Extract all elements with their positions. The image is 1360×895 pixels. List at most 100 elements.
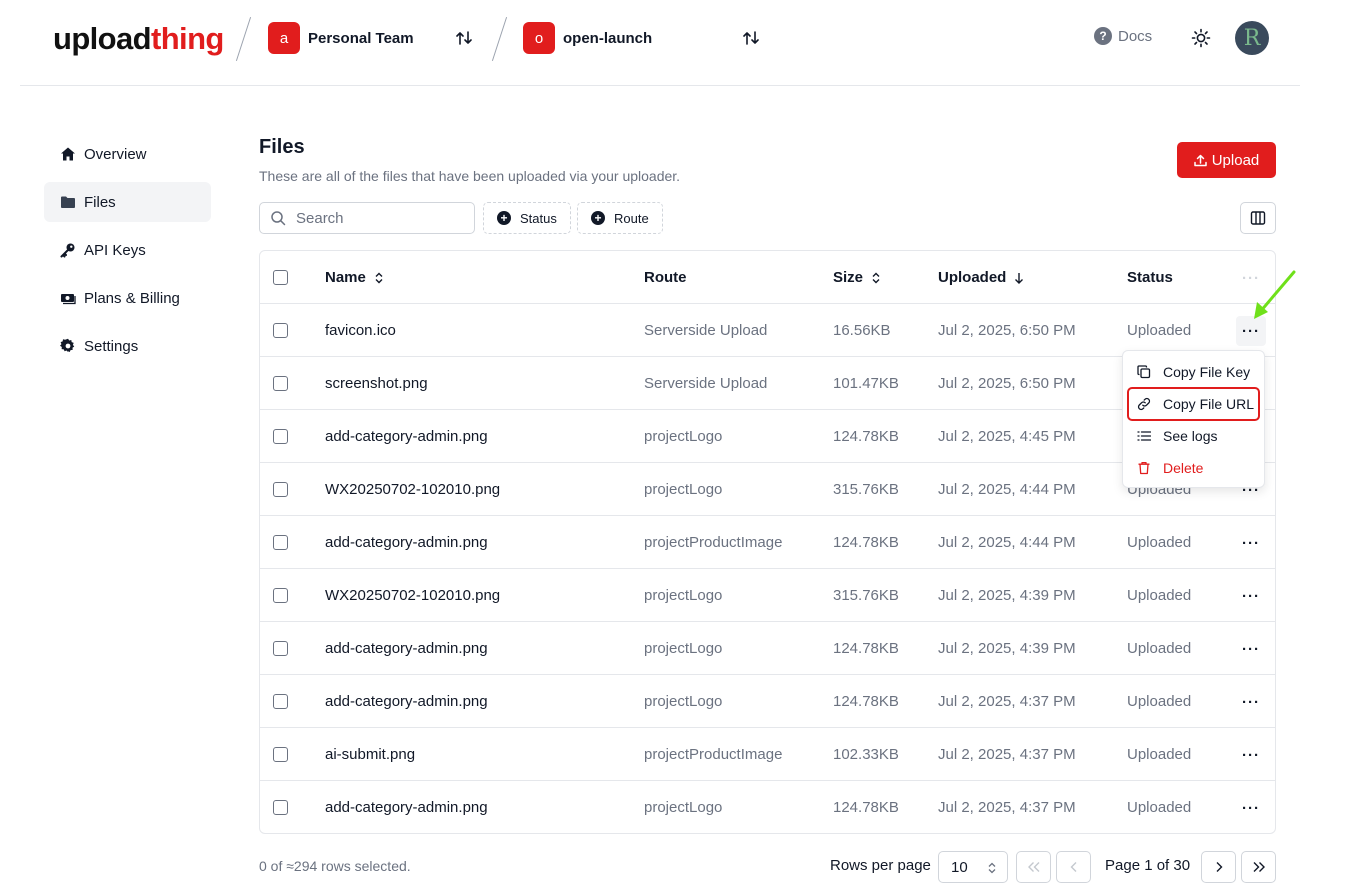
team-name: Personal Team — [308, 29, 414, 47]
file-status: Uploaded — [1127, 799, 1192, 816]
table-row[interactable]: add-category-admin.png projectLogo 124.78K… — [260, 622, 1275, 675]
link-icon — [1137, 397, 1151, 411]
row-checkbox[interactable] — [273, 376, 288, 391]
menu-item-copy-file-key[interactable]: Copy File Key — [1128, 356, 1259, 388]
first-page-button[interactable] — [1016, 851, 1051, 883]
sidebar-item-api-keys[interactable]: API Keys — [44, 230, 211, 270]
user-avatar[interactable]: R — [1235, 21, 1269, 55]
key-icon — [60, 243, 75, 258]
app-switcher[interactable]: o open-launch — [523, 22, 652, 54]
file-route: projectLogo — [644, 428, 723, 445]
select-all-checkbox[interactable] — [273, 270, 288, 285]
logo-text-upload: upload — [53, 21, 152, 56]
file-size: 102.33KB — [833, 746, 899, 763]
table-row[interactable]: add-category-admin.png projectLogo 124.78K… — [260, 675, 1275, 728]
file-name: add-category-admin.png — [325, 428, 488, 445]
upload-button[interactable]: Upload — [1177, 142, 1276, 178]
filter-label: Status — [520, 210, 557, 226]
file-uploaded-at: Jul 2, 2025, 4:44 PM — [938, 481, 1076, 498]
column-header-size[interactable]: Size — [833, 251, 881, 304]
row-checkbox[interactable] — [273, 429, 288, 444]
status-filter-button[interactable]: + Status — [483, 202, 571, 234]
file-uploaded-at: Jul 2, 2025, 4:45 PM — [938, 428, 1076, 445]
chevrons-up-down-icon — [988, 862, 996, 874]
page-indicator: Page 1 of 30 — [1105, 857, 1191, 874]
file-size: 124.78KB — [833, 799, 899, 816]
row-checkbox[interactable] — [273, 694, 288, 709]
row-checkbox[interactable] — [273, 323, 288, 338]
row-checkbox[interactable] — [273, 482, 288, 497]
file-uploaded-at: Jul 2, 2025, 6:50 PM — [938, 375, 1076, 392]
file-uploaded-at: Jul 2, 2025, 4:39 PM — [938, 640, 1076, 657]
sidebar-item-label: Settings — [84, 337, 139, 355]
row-checkbox[interactable] — [273, 747, 288, 762]
plus-circle-icon: + — [497, 211, 511, 225]
list-icon — [1137, 431, 1151, 441]
row-actions-button[interactable]: ··· — [1236, 581, 1266, 611]
column-header-name[interactable]: Name — [325, 251, 384, 304]
row-actions-button[interactable]: ··· — [1236, 634, 1266, 664]
column-header-status: Status — [1127, 251, 1173, 304]
swap-arrows-icon[interactable] — [743, 29, 759, 47]
column-label: Status — [1127, 269, 1173, 286]
route-filter-button[interactable]: + Route — [577, 202, 663, 234]
sort-icon — [872, 272, 880, 283]
sidebar-item-files[interactable]: Files — [44, 182, 211, 222]
folder-icon — [61, 196, 75, 208]
row-checkbox[interactable] — [273, 800, 288, 815]
file-name: add-category-admin.png — [325, 693, 488, 710]
swap-arrows-icon[interactable] — [456, 29, 472, 47]
file-name: add-category-admin.png — [325, 640, 488, 657]
row-checkbox[interactable] — [273, 588, 288, 603]
column-header-uploaded[interactable]: Uploaded — [938, 251, 1024, 304]
next-page-button[interactable] — [1201, 851, 1236, 883]
menu-item-label: Delete — [1163, 460, 1204, 476]
search-box[interactable] — [259, 202, 475, 234]
sidebar-item-label: Overview — [84, 145, 147, 163]
sidebar-item-plans-billing[interactable]: Plans & Billing — [44, 278, 211, 318]
menu-item-label: Copy File Key — [1163, 364, 1251, 380]
rows-per-page-select[interactable]: 10 — [938, 851, 1008, 883]
sidebar-item-label: Files — [84, 193, 116, 211]
sidebar-item-overview[interactable]: Overview — [44, 134, 211, 174]
table-row[interactable]: WX20250702-102010.png projectLogo 315.76KB… — [260, 569, 1275, 622]
search-input[interactable] — [296, 209, 456, 227]
row-actions-menu: Copy File Key Copy File URL See logs Del… — [1122, 350, 1265, 488]
chevrons-left-icon — [1027, 862, 1039, 872]
row-checkbox[interactable] — [273, 535, 288, 550]
table-header-row: Name Route Size Uploaded Status ··· — [260, 251, 1275, 304]
row-actions-button[interactable]: ··· — [1236, 687, 1266, 717]
row-checkbox[interactable] — [273, 641, 288, 656]
columns-toggle-button[interactable] — [1240, 202, 1276, 234]
menu-item-copy-file-url[interactable]: Copy File URL — [1127, 387, 1260, 421]
uploadthing-logo[interactable]: uploadthing — [53, 20, 224, 58]
file-uploaded-at: Jul 2, 2025, 4:37 PM — [938, 693, 1076, 710]
upload-icon — [1193, 154, 1207, 166]
page-title: Files — [259, 136, 305, 158]
file-name: screenshot.png — [325, 375, 428, 392]
table-row[interactable]: add-category-admin.png projectProductImag… — [260, 516, 1275, 569]
previous-page-button[interactable] — [1056, 851, 1091, 883]
table-row[interactable]: favicon.ico Serverside Upload 16.56KB Jul 2… — [260, 304, 1275, 357]
table-row[interactable]: ai-submit.png projectProductImage 102.33KB… — [260, 728, 1275, 781]
last-page-button[interactable] — [1241, 851, 1276, 883]
arrow-down-icon — [1015, 272, 1024, 284]
app-name: open-launch — [563, 29, 653, 47]
menu-item-see-logs[interactable]: See logs — [1128, 420, 1259, 452]
team-switcher[interactable]: a Personal Team — [268, 22, 414, 54]
menu-item-delete[interactable]: Delete — [1128, 452, 1259, 484]
page-subtitle: These are all of the files that have bee… — [259, 168, 681, 184]
table-row[interactable]: add-category-admin.png projectLogo 124.78K… — [260, 781, 1275, 834]
file-size: 315.76KB — [833, 587, 899, 604]
sidebar-item-settings[interactable]: Settings — [44, 326, 211, 366]
row-actions-button[interactable]: ··· — [1236, 793, 1266, 823]
rows-per-page-value: 10 — [951, 858, 968, 876]
row-actions-button[interactable]: ··· — [1236, 528, 1266, 558]
docs-link[interactable]: ? Docs — [1094, 27, 1152, 45]
file-status: Uploaded — [1127, 534, 1192, 551]
gear-icon — [60, 338, 75, 353]
row-actions-button[interactable]: ··· — [1236, 740, 1266, 770]
file-uploaded-at: Jul 2, 2025, 6:50 PM — [938, 322, 1076, 339]
sun-icon[interactable] — [1191, 28, 1211, 48]
top-header: uploadthing a Personal Team o open-launc… — [20, 0, 1300, 86]
